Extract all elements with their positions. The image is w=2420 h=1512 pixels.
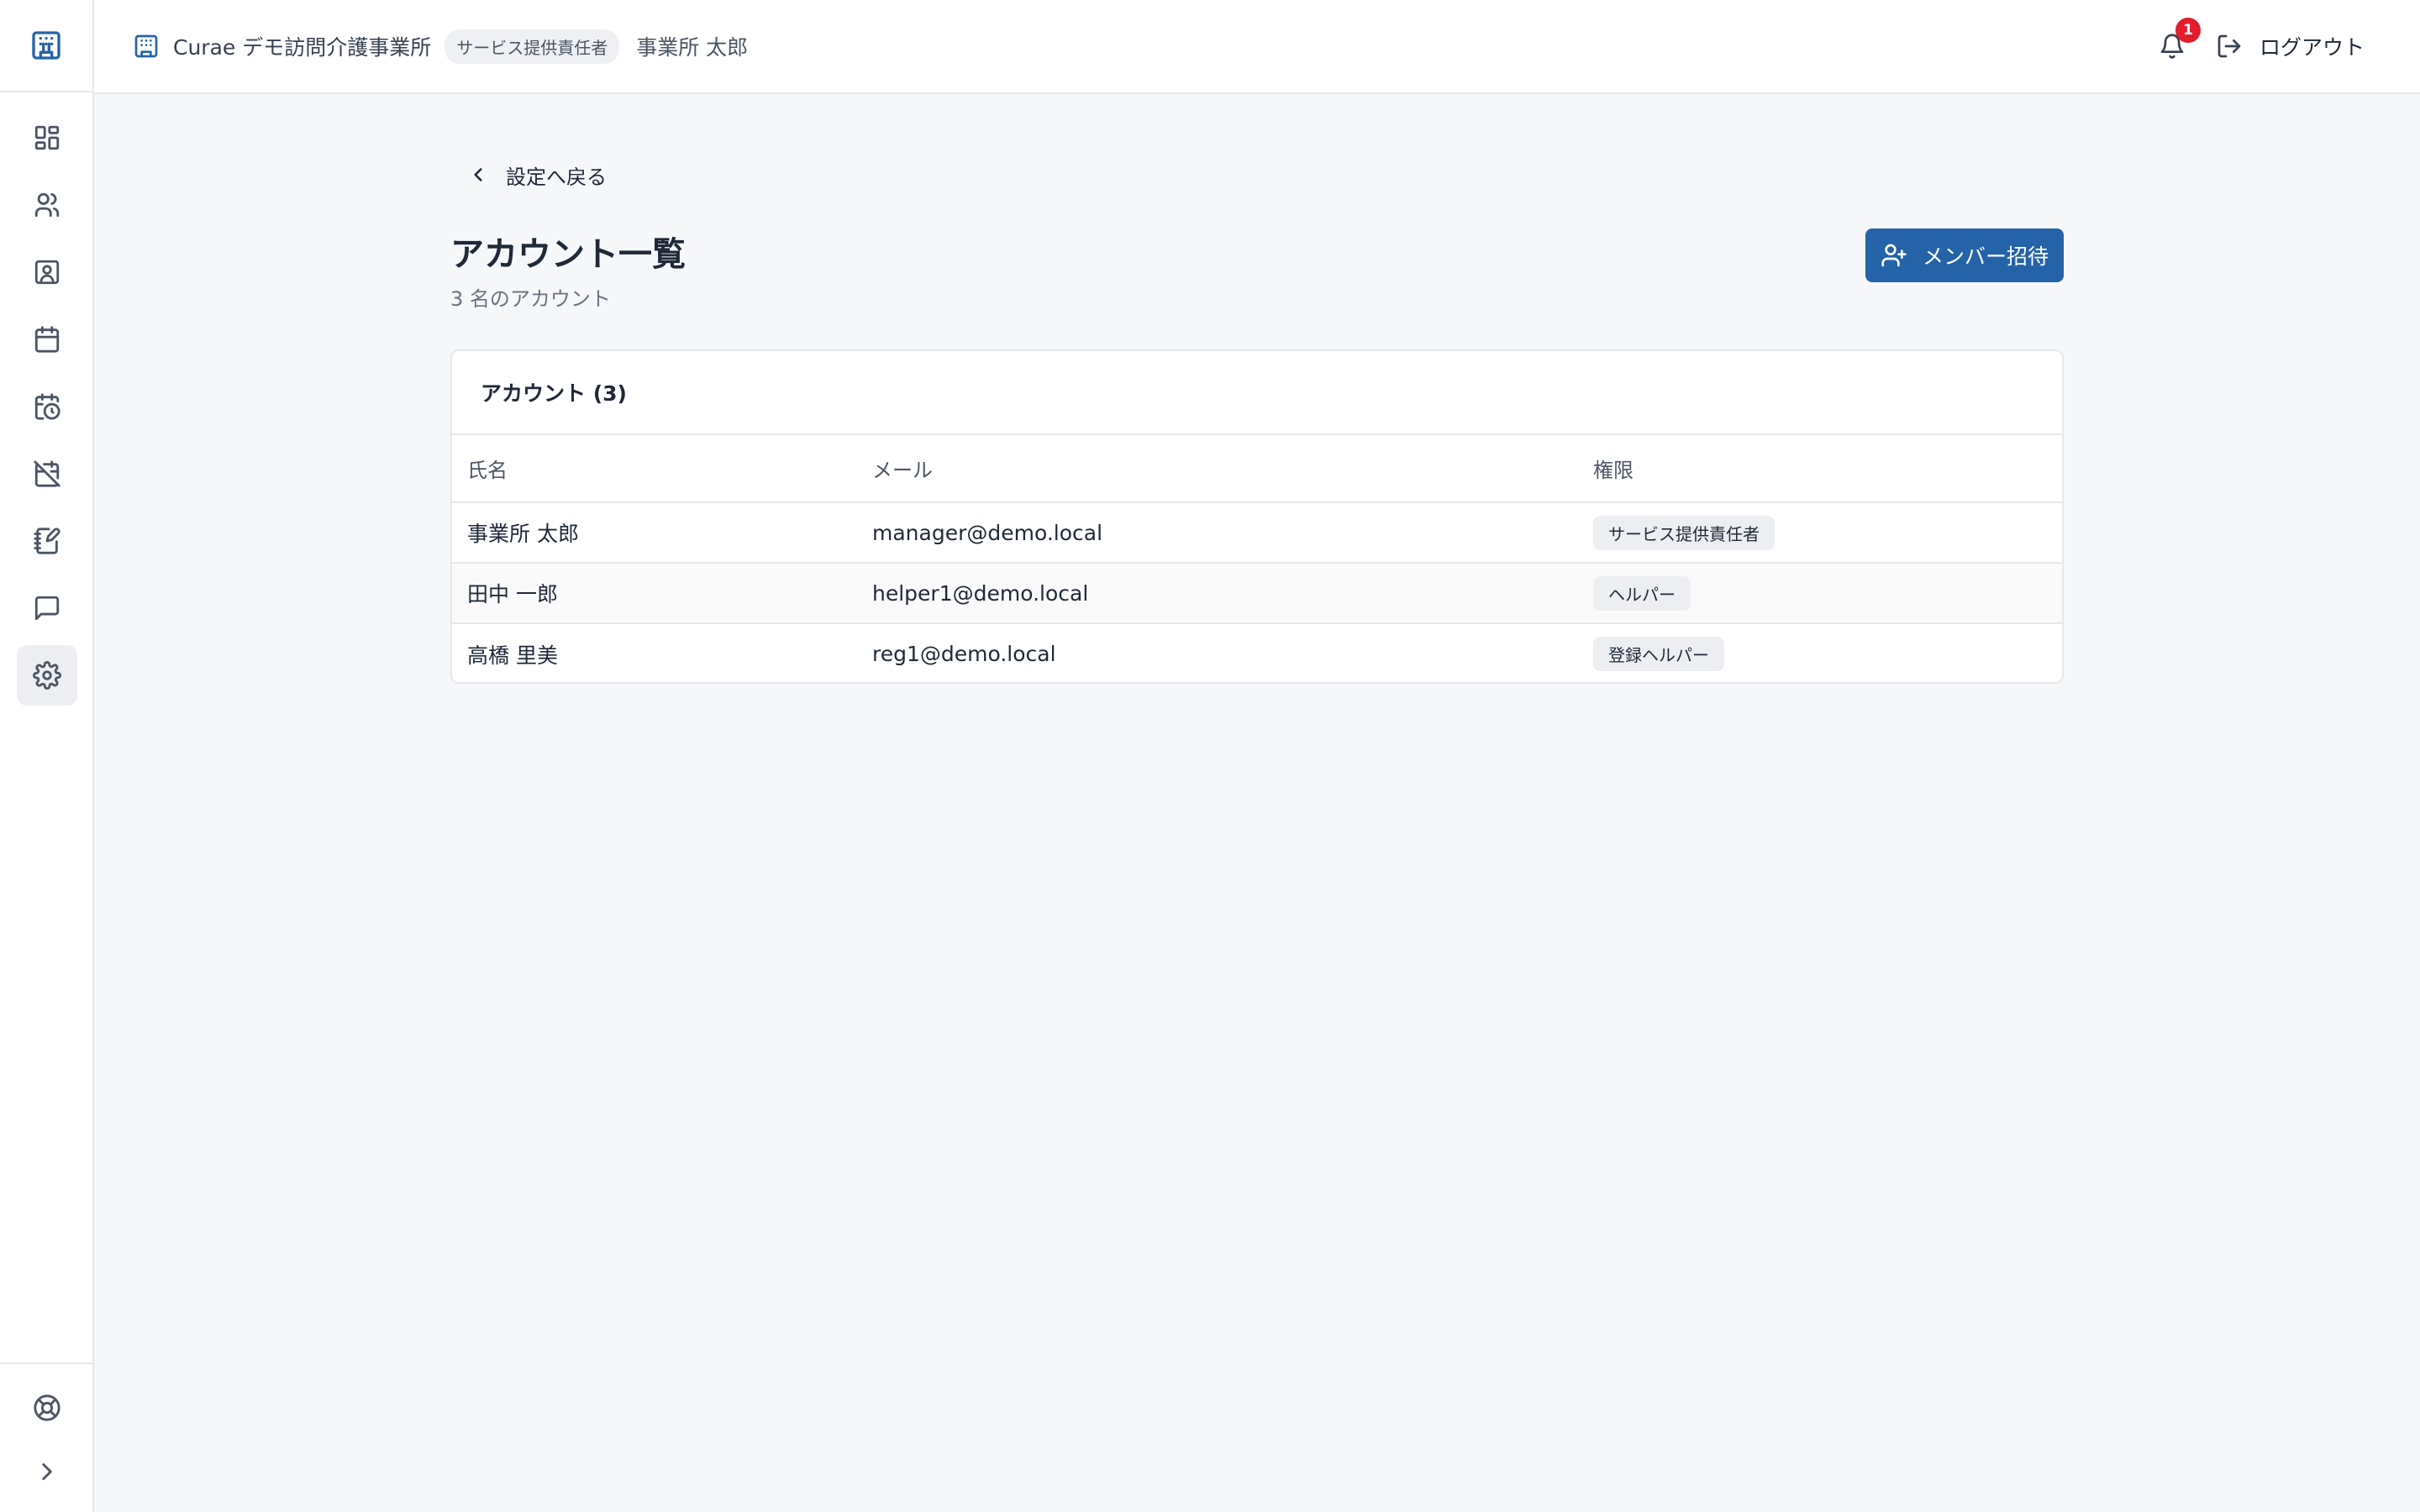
org-info: Curae デモ訪問介護事業所 サービス提供責任者 事業所 太郎 <box>133 0 748 92</box>
account-role-cell: サービス提供責任者 <box>1578 502 2062 564</box>
contact-icon <box>34 260 60 285</box>
account-role-cell: ヘルパー <box>1578 563 2062 624</box>
table-row[interactable]: 事業所 太郎 manager@demo.local サービス提供責任者 <box>452 502 2062 564</box>
chevron-left-icon <box>474 168 482 181</box>
calendar-clock-icon <box>34 393 60 420</box>
logout-icon <box>2217 34 2241 58</box>
accounts-card: アカウント (3) 氏名 メール 権限 事業所 太郎 manager@demo.… <box>450 349 2064 684</box>
sidebar-item-dashboard[interactable] <box>17 108 77 168</box>
sidebar-item-records[interactable] <box>17 511 77 571</box>
building-icon <box>32 31 60 60</box>
back-to-settings-link[interactable]: 設定へ戻る <box>467 158 607 192</box>
gear-icon <box>33 661 61 690</box>
account-email: reg1@demo.local <box>872 642 1056 666</box>
users-icon <box>34 192 60 218</box>
account-name: 事業所 太郎 <box>452 502 857 564</box>
sidebar-divider <box>0 1362 92 1364</box>
user-name: 事業所 太郎 <box>636 35 749 60</box>
column-header-email: メール <box>857 435 1578 503</box>
dashboard-icon <box>34 125 60 150</box>
role-badge: サービス提供責任者 <box>1593 515 1775 550</box>
sidebar-item-messages[interactable] <box>17 578 77 638</box>
page-title: アカウント一覧 <box>450 235 686 274</box>
notification-count-badge: 1 <box>2175 18 2201 43</box>
notifications-button[interactable]: 1 <box>2154 18 2201 65</box>
sidebar-item-help[interactable] <box>17 1378 77 1438</box>
sidebar <box>0 0 94 1512</box>
role-badge: 登録ヘルパー <box>1593 637 1724 671</box>
calendar-icon <box>34 326 60 353</box>
building-icon <box>134 34 158 58</box>
table-row[interactable]: 高橋 里美 reg1@demo.local 登録ヘルパー <box>452 623 2062 682</box>
notebook-pen-icon <box>34 528 60 554</box>
sidebar-expand-button[interactable] <box>17 1441 77 1502</box>
sidebar-item-settings[interactable] <box>17 645 77 706</box>
sidebar-item-users[interactable] <box>17 175 77 235</box>
user-plus-icon <box>1881 244 1907 267</box>
account-role-cell: 登録ヘルパー <box>1578 623 2062 682</box>
role-chip: サービス提供責任者 <box>445 29 620 64</box>
accounts-table: 氏名 メール 権限 事業所 太郎 manager@demo.local サービス… <box>452 435 2062 682</box>
account-email: manager@demo.local <box>857 502 1578 564</box>
invite-label: メンバー招待 <box>1922 244 2049 269</box>
message-icon <box>34 596 60 621</box>
sidebar-item-calendar-off[interactable] <box>17 444 77 504</box>
app-logo[interactable] <box>0 0 92 92</box>
header-actions: 1 ログアウト <box>2154 0 2365 92</box>
column-header-role: 権限 <box>1578 435 2062 503</box>
page-subtitle: 3 名のアカウント <box>450 287 611 311</box>
account-name: 田中 一郎 <box>452 563 857 624</box>
logout-label: ログアウト <box>2259 35 2365 60</box>
chevron-right-icon <box>42 1463 52 1480</box>
back-label: 設定へ戻る <box>506 165 607 189</box>
table-header-row: 氏名 メール 権限 <box>452 435 2062 503</box>
card-title: アカウント (3) <box>452 351 2062 435</box>
role-badge: ヘルパー <box>1593 575 1691 611</box>
logout-button[interactable]: ログアウト <box>2216 31 2365 61</box>
table-row[interactable]: 田中 一郎 helper1@demo.local ヘルパー <box>452 563 2062 624</box>
calendar-off-icon <box>34 460 60 487</box>
top-header: Curae デモ訪問介護事業所 サービス提供責任者 事業所 太郎 1 ログアウト <box>94 0 2420 94</box>
account-name: 高橋 里美 <box>467 643 558 668</box>
column-header-name: 氏名 <box>452 435 857 503</box>
sidebar-item-schedule[interactable] <box>17 376 77 437</box>
lifebuoy-icon <box>34 1394 60 1421</box>
org-name: Curae デモ訪問介護事業所 <box>173 35 432 60</box>
sidebar-item-calendar[interactable] <box>17 309 77 370</box>
account-email: helper1@demo.local <box>857 563 1578 624</box>
sidebar-item-contacts[interactable] <box>17 242 77 302</box>
invite-member-button[interactable]: メンバー招待 <box>1865 228 2064 282</box>
